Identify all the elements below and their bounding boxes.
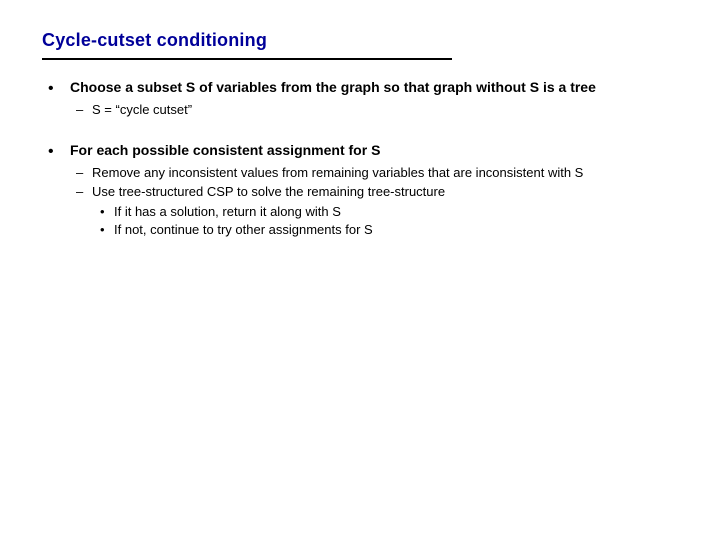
sub-text: Remove any inconsistent values from rema… bbox=[92, 165, 583, 180]
sub-text: Use tree-structured CSP to solve the rem… bbox=[92, 184, 445, 199]
bullet-text: For each possible consistent assignment … bbox=[70, 142, 380, 158]
subsub-list: If it has a solution, return it along wi… bbox=[92, 203, 682, 239]
sub-list: Remove any inconsistent values from rema… bbox=[70, 164, 682, 239]
title-underline bbox=[42, 58, 452, 60]
bullet-text: Choose a subset S of variables from the … bbox=[70, 79, 596, 95]
bullet-item: Choose a subset S of variables from the … bbox=[42, 78, 682, 118]
sub-item: Remove any inconsistent values from rema… bbox=[70, 164, 682, 182]
slide-title: Cycle-cutset conditioning bbox=[42, 28, 682, 52]
sub-text: S = “cycle cutset” bbox=[92, 102, 192, 117]
bullet-list: Choose a subset S of variables from the … bbox=[42, 78, 682, 239]
subsub-item: If it has a solution, return it along wi… bbox=[92, 203, 682, 221]
subsub-text: If it has a solution, return it along wi… bbox=[114, 204, 341, 219]
subsub-text: If not, continue to try other assignment… bbox=[114, 222, 373, 237]
sub-item: Use tree-structured CSP to solve the rem… bbox=[70, 183, 682, 239]
slide: Cycle-cutset conditioning Choose a subse… bbox=[0, 0, 720, 281]
bullet-item: For each possible consistent assignment … bbox=[42, 141, 682, 239]
sub-list: S = “cycle cutset” bbox=[70, 101, 682, 119]
sub-item: S = “cycle cutset” bbox=[70, 101, 682, 119]
subsub-item: If not, continue to try other assignment… bbox=[92, 221, 682, 239]
